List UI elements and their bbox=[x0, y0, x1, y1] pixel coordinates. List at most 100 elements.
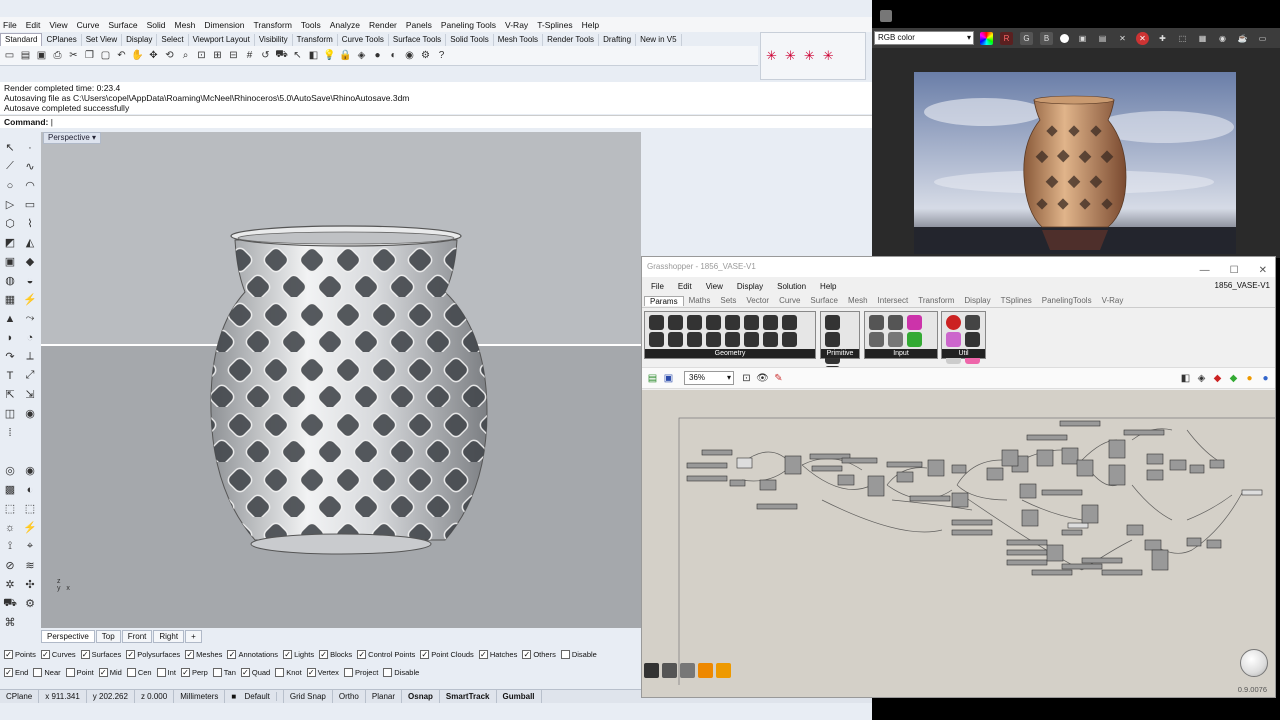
menu-item-dimension[interactable]: Dimension bbox=[204, 20, 244, 30]
car-icon[interactable]: ⛟ bbox=[275, 49, 288, 62]
gh-tab-tsplines[interactable]: TSplines bbox=[996, 296, 1037, 305]
gh-tab-curve[interactable]: Curve bbox=[774, 296, 805, 305]
select-arrow-icon[interactable]: ↖ bbox=[0, 138, 20, 157]
group-icon[interactable]: ⬚ bbox=[0, 499, 20, 518]
checkbox[interactable] bbox=[212, 667, 222, 677]
circle-icon[interactable]: ○ bbox=[0, 176, 20, 195]
settings-icon[interactable]: ⚙ bbox=[20, 594, 40, 613]
filter-meshes[interactable]: ✓ Meshes bbox=[185, 649, 222, 659]
layer-label[interactable]: ■ Default bbox=[225, 690, 284, 703]
more-icon[interactable] bbox=[20, 423, 40, 442]
geometry-param-icon[interactable] bbox=[782, 315, 797, 330]
loft-icon[interactable]: ◭ bbox=[20, 233, 40, 252]
filter-disable[interactable]: Disable bbox=[560, 649, 597, 659]
gh-tab-params[interactable]: Params bbox=[644, 295, 684, 306]
geometry-param-icon[interactable] bbox=[725, 332, 740, 347]
widget-icon[interactable] bbox=[698, 663, 713, 678]
filter-surfaces[interactable]: ✓ Surfaces bbox=[80, 649, 121, 659]
cube-icon[interactable]: ◫ bbox=[0, 404, 20, 423]
menu-item-analyze[interactable]: Analyze bbox=[330, 20, 360, 30]
light-icon[interactable]: ◐ bbox=[20, 480, 40, 499]
vase-model[interactable] bbox=[41, 132, 641, 628]
geometry-param-icon[interactable] bbox=[763, 332, 778, 347]
checkbox[interactable] bbox=[65, 667, 75, 677]
filter-lights[interactable]: ✓ Lights bbox=[283, 649, 314, 659]
sketch-icon[interactable]: ✎ bbox=[772, 372, 785, 385]
filter-near[interactable]: Near bbox=[33, 667, 61, 677]
checkbox[interactable]: ✓ bbox=[185, 649, 195, 659]
sun-icon[interactable]: ☼ bbox=[0, 518, 20, 537]
preview-mode-icon[interactable]: ◧ bbox=[1179, 372, 1192, 385]
star-icon[interactable]: ✳ bbox=[804, 48, 815, 64]
panel-icon[interactable] bbox=[888, 315, 903, 330]
gh-tab-transform[interactable]: Transform bbox=[913, 296, 959, 305]
menu-item-view[interactable]: View bbox=[49, 20, 67, 30]
clear-image-icon[interactable]: ✕ bbox=[1116, 32, 1129, 45]
menu-item-render[interactable]: Render bbox=[369, 20, 397, 30]
checkbox[interactable]: ✓ bbox=[478, 649, 488, 659]
slider-icon[interactable] bbox=[869, 315, 884, 330]
zebra-icon[interactable]: ≋ bbox=[20, 556, 40, 575]
filter-mid[interactable]: ✓ Mid bbox=[98, 667, 122, 677]
toggle-icon[interactable] bbox=[869, 332, 884, 347]
box-icon[interactable]: ▣ bbox=[0, 252, 20, 271]
preview-selected-icon[interactable]: ◆ bbox=[1227, 372, 1240, 385]
ribbon-group-label[interactable]: Primitive bbox=[821, 349, 859, 358]
blend-icon[interactable]: ⚡ bbox=[20, 290, 40, 309]
gh-menu-help[interactable]: Help bbox=[820, 282, 836, 291]
menu-item-curve[interactable]: Curve bbox=[77, 20, 100, 30]
filter-cen[interactable]: Cen bbox=[126, 667, 152, 677]
mesh-quality-icon[interactable]: ● bbox=[1259, 372, 1272, 385]
checkbox[interactable]: ✓ bbox=[80, 649, 90, 659]
tab-visibility[interactable]: Visibility bbox=[255, 34, 293, 46]
checkbox[interactable] bbox=[156, 667, 166, 677]
snap-icon[interactable]: ✣ bbox=[20, 575, 40, 594]
sphere-icon[interactable]: ◉ bbox=[403, 49, 416, 62]
tab-cplanes[interactable]: CPlanes bbox=[42, 34, 82, 46]
layer-icon[interactable]: ◧ bbox=[307, 49, 320, 62]
triangle-icon[interactable]: ▷ bbox=[0, 195, 20, 214]
units-label[interactable]: Millimeters bbox=[174, 690, 226, 703]
gumball-toggle[interactable]: Gumball bbox=[497, 690, 542, 703]
panel-icon[interactable] bbox=[680, 663, 695, 678]
menu-item-file[interactable]: File bbox=[3, 20, 17, 30]
ribbon-group-label[interactable]: Util bbox=[942, 349, 985, 358]
gh-tab-intersect[interactable]: Intersect bbox=[873, 296, 914, 305]
material-icon[interactable]: ● bbox=[1243, 372, 1256, 385]
geometry-param-icon[interactable] bbox=[668, 332, 683, 347]
checkbox[interactable]: ✓ bbox=[319, 649, 329, 659]
tab-transform[interactable]: Transform bbox=[293, 34, 338, 46]
transform-icon[interactable]: ⇱ bbox=[0, 385, 20, 404]
checkbox[interactable] bbox=[383, 667, 393, 677]
checkbox[interactable]: ✓ bbox=[420, 649, 430, 659]
help-icon[interactable]: ? bbox=[435, 49, 448, 62]
minimize-icon[interactable]: — bbox=[1200, 261, 1210, 281]
render-icon[interactable]: ◐ bbox=[387, 49, 400, 62]
gh-tab-surface[interactable]: Surface bbox=[805, 296, 843, 305]
rotate-view-icon[interactable]: ⟲ bbox=[163, 49, 176, 62]
grid-dots-icon[interactable]: ⁞ bbox=[0, 423, 20, 442]
curvature-graph-icon[interactable]: ⊘ bbox=[0, 556, 20, 575]
filter-disable[interactable]: Disable bbox=[383, 667, 419, 677]
filter-quad[interactable]: ✓ Quad bbox=[240, 667, 270, 677]
filter-vertex[interactable]: ✓ Vertex bbox=[306, 667, 339, 677]
filter-hatches[interactable]: ✓ Hatches bbox=[478, 649, 517, 659]
wand-icon[interactable]: ⚡ bbox=[20, 518, 40, 537]
checkbox[interactable]: ✓ bbox=[180, 667, 190, 677]
filter-project[interactable]: Project bbox=[343, 667, 378, 677]
geometry-param-icon[interactable] bbox=[649, 332, 664, 347]
tab-viewport-layout[interactable]: Viewport Layout bbox=[189, 34, 255, 46]
tab-solid-tools[interactable]: Solid Tools bbox=[446, 34, 494, 46]
cplane-label[interactable]: CPlane bbox=[0, 690, 40, 703]
checkbox[interactable]: ✓ bbox=[4, 667, 13, 677]
number-param-icon[interactable] bbox=[825, 315, 840, 330]
preview-eye-icon[interactable]: 👁 bbox=[756, 372, 769, 385]
grid-snap-toggle[interactable]: Grid Snap bbox=[284, 690, 333, 703]
view-tab-top[interactable]: Top bbox=[95, 629, 121, 643]
rss-icon[interactable] bbox=[716, 663, 731, 678]
shaded-icon[interactable]: ● bbox=[371, 49, 384, 62]
new-file-icon[interactable]: ▭ bbox=[3, 49, 16, 62]
grid-icon[interactable]: # bbox=[243, 49, 256, 62]
curve-icon[interactable]: ∿ bbox=[20, 157, 40, 176]
bulb-icon[interactable]: 💡 bbox=[323, 49, 336, 62]
